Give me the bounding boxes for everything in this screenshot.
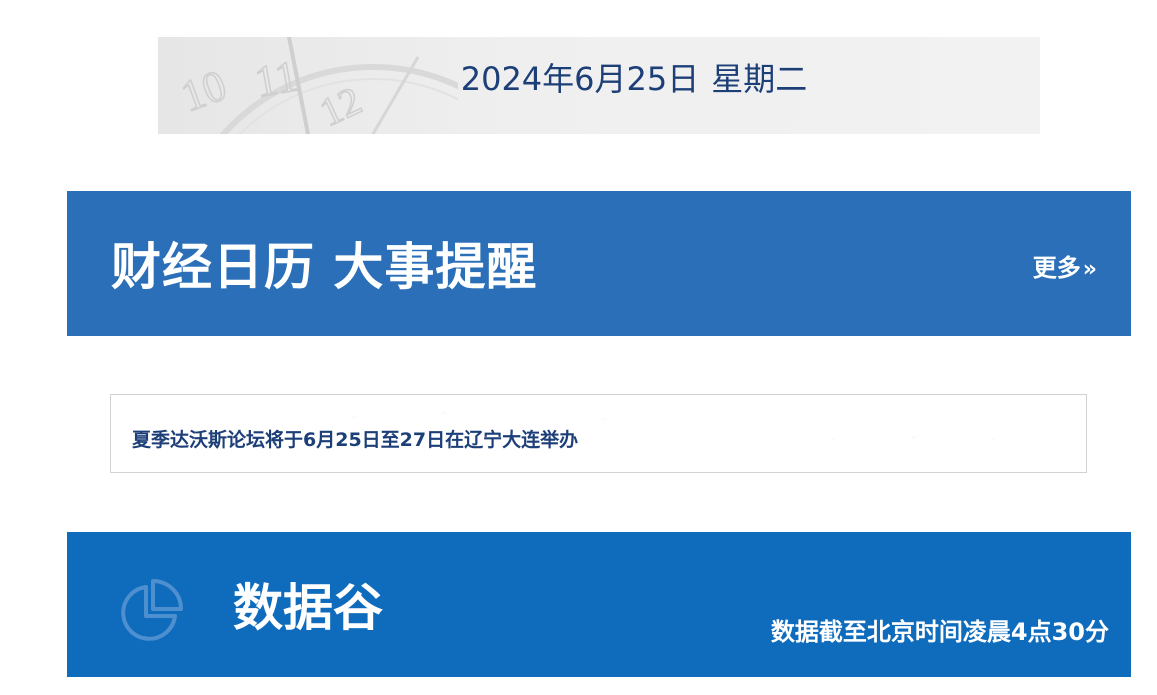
date-display: 2024年6月25日 星期二 bbox=[158, 37, 1040, 134]
date-banner: 10 11 12 2024年6月25日 星期二 bbox=[158, 37, 1040, 134]
watermark-mark: ·· bbox=[988, 434, 999, 445]
watermark-mark: ·· bbox=[438, 408, 449, 419]
data-valley-header: 数据谷 数据截至北京时间凌晨4点30分 bbox=[67, 532, 1131, 677]
more-label: 更多 bbox=[1032, 254, 1081, 282]
current-weekday: 星期二 bbox=[711, 60, 808, 98]
watermark-mark: ·· bbox=[348, 412, 359, 423]
watermark-mark: ·· bbox=[598, 414, 609, 425]
watermark-mark: ·· bbox=[828, 434, 839, 445]
watermark-mark: ·· bbox=[908, 432, 919, 443]
pie-chart-icon bbox=[121, 579, 183, 641]
section-title: 数据谷 bbox=[233, 579, 383, 637]
financial-calendar-header: 财经日历 大事提醒 更多» bbox=[67, 191, 1131, 336]
current-date: 2024年6月25日 bbox=[460, 60, 700, 98]
event-item[interactable]: 夏季达沃斯论坛将于6月25日至27日在辽宁大连举办 bbox=[132, 425, 578, 452]
more-link[interactable]: 更多» bbox=[1033, 248, 1097, 283]
section-title: 财经日历 大事提醒 bbox=[111, 238, 538, 296]
event-list: ·· ·· ·· ·· ·· ·· 夏季达沃斯论坛将于6月25日至27日在辽宁大… bbox=[110, 394, 1087, 473]
double-chevron-right-icon: » bbox=[1082, 257, 1097, 282]
data-timestamp-note: 数据截至北京时间凌晨4点30分 bbox=[770, 618, 1109, 646]
